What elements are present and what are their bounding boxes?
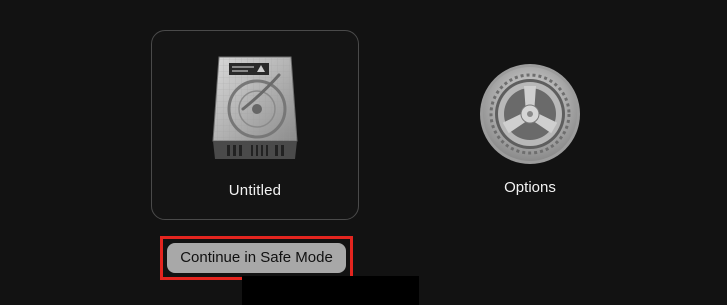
startup-disk-untitled[interactable]: Untitled bbox=[151, 30, 359, 220]
continue-in-safe-mode-button[interactable]: Continue in Safe Mode bbox=[167, 243, 346, 273]
hard-drive-icon bbox=[212, 56, 298, 159]
options-button[interactable]: Options bbox=[458, 62, 602, 202]
bottom-black-bar bbox=[242, 276, 419, 305]
startup-options-screen: Untitled Options Continue in Safe Mode bbox=[0, 0, 727, 305]
startup-disk-label: Untitled bbox=[228, 182, 282, 199]
gear-icon bbox=[480, 64, 580, 164]
options-label: Options bbox=[504, 179, 556, 196]
